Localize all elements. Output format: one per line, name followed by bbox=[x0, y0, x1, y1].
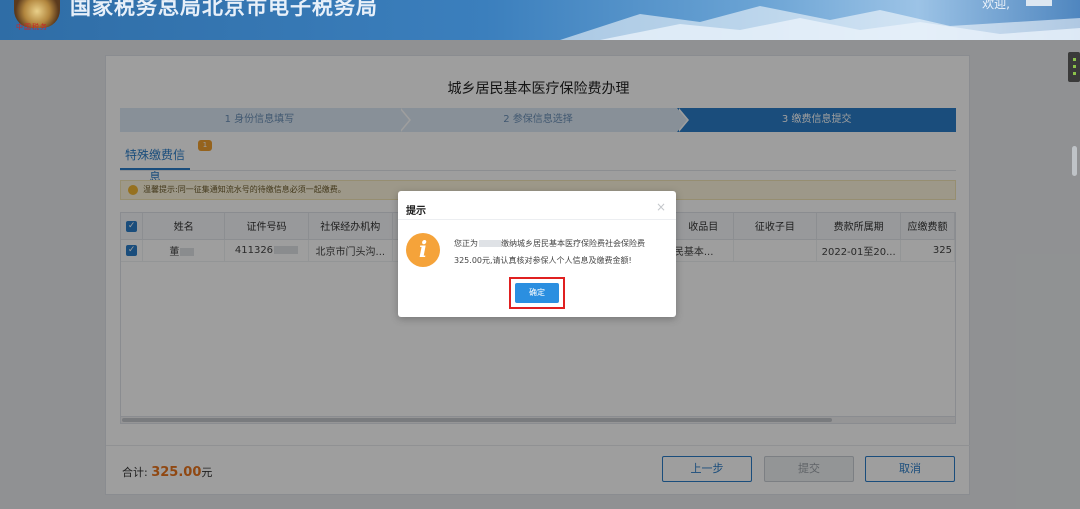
site-title: 国家税务总局北京市电子税务局 bbox=[70, 0, 378, 19]
confirm-dialog: 提示 × i 您正为 缴纳城乡居民基本医疗保险费社会保险费 325.00元,请认真… bbox=[398, 191, 676, 317]
dialog-title: 提示 bbox=[406, 206, 426, 217]
side-widget-icon[interactable] bbox=[1068, 52, 1080, 82]
masked-person-name bbox=[479, 240, 501, 247]
close-icon[interactable]: × bbox=[656, 200, 666, 214]
message-part3: 325.00元,请认真核对参保人个人信息及缴费金额! bbox=[454, 256, 632, 265]
page-scrollbar-thumb[interactable] bbox=[1072, 146, 1077, 176]
header-banner: 中国税务 国家税务总局北京市电子税务局 欢迎, bbox=[0, 0, 1080, 40]
message-part1: 您正为 bbox=[454, 239, 478, 248]
confirm-button[interactable]: 确定 bbox=[515, 283, 559, 303]
dialog-divider bbox=[398, 219, 676, 220]
highlight-frame: 确定 bbox=[509, 277, 565, 309]
dialog-message: 您正为 缴纳城乡居民基本医疗保险费社会保险费 325.00元,请认真核对参保人个人… bbox=[454, 235, 666, 269]
emblem-text: 中国税务 bbox=[16, 23, 48, 31]
message-part2: 缴纳城乡居民基本医疗保险费社会保险费 bbox=[501, 239, 645, 248]
welcome-text: 欢迎, bbox=[982, 0, 1010, 11]
user-name-masked[interactable] bbox=[1026, 0, 1052, 6]
info-icon: i bbox=[406, 233, 440, 267]
